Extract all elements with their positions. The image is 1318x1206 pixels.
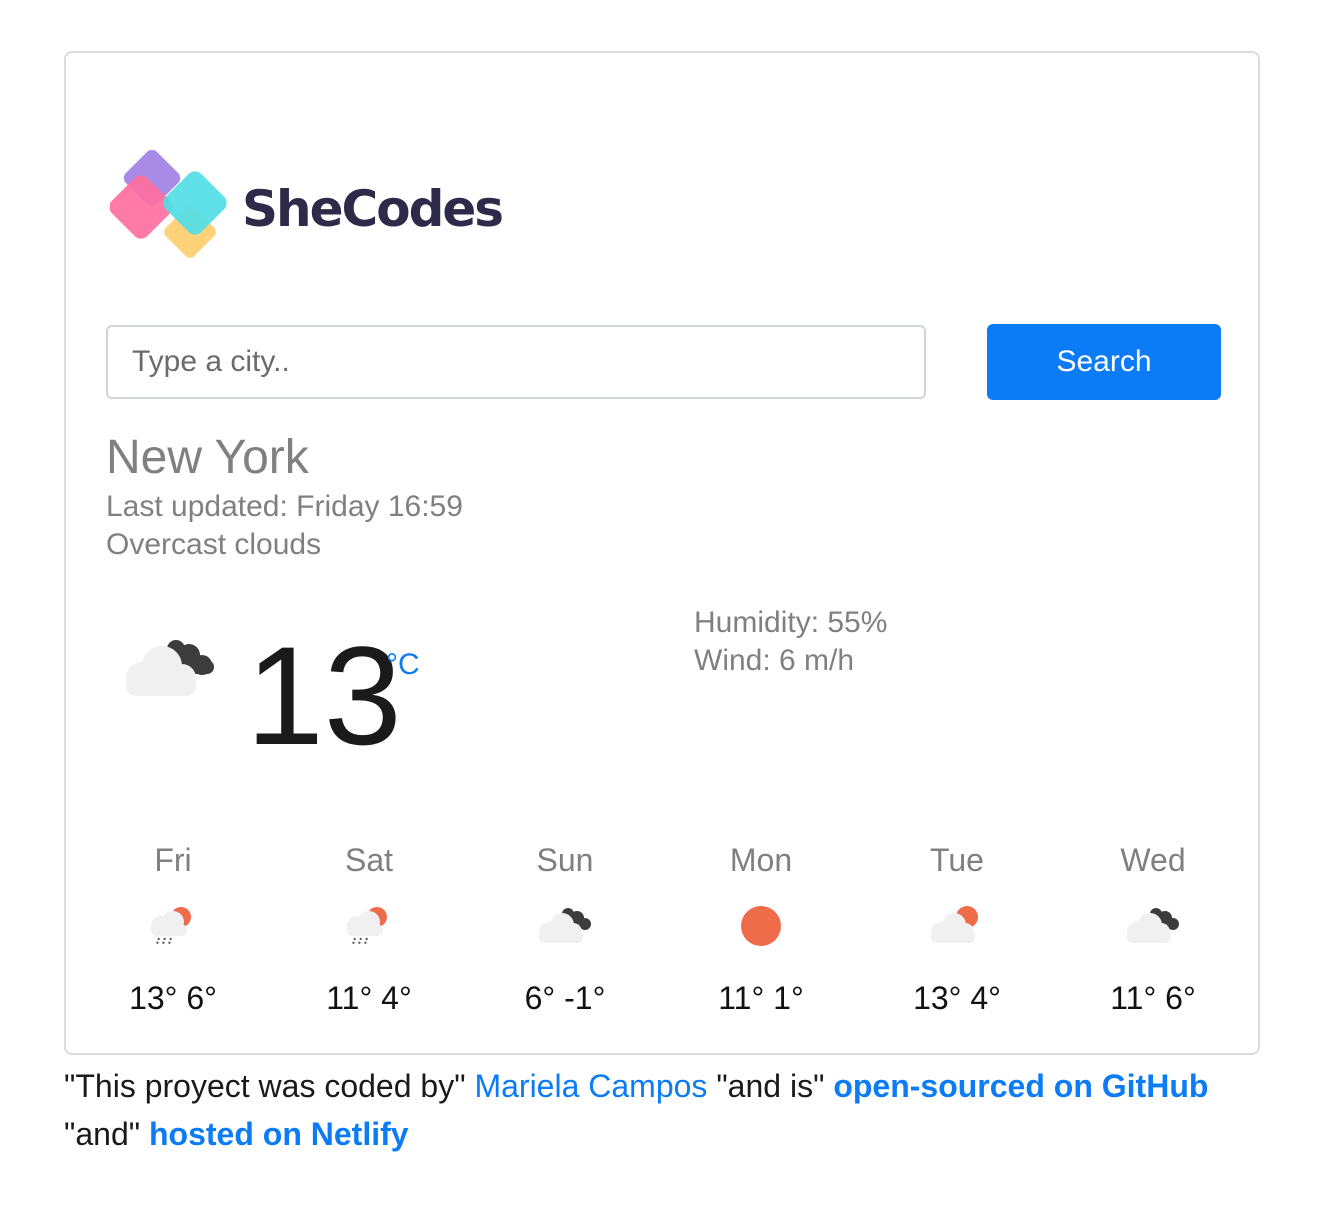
forecast-temps: 11° 1°	[718, 980, 804, 1016]
forecast-day: Tue 13° 4°	[877, 840, 1037, 1017]
forecast-day: Fri 13° 6°	[93, 840, 253, 1017]
search-button[interactable]: Search	[987, 324, 1221, 400]
forecast-temps: 11° 4°	[326, 980, 412, 1016]
forecast-day-name: Sun	[536, 842, 594, 878]
last-updated: Last updated: Friday 16:59	[106, 490, 463, 523]
netlify-link[interactable]: hosted on Netlify	[149, 1116, 409, 1152]
overcast-clouds-icon	[1118, 902, 1188, 962]
forecast-day: Wed 11° 6°	[1073, 840, 1233, 1017]
forecast-day-name: Wed	[1120, 842, 1186, 878]
shecodes-logo-icon	[110, 150, 227, 258]
footer-text: "and"	[64, 1116, 149, 1152]
forecast-day-name: Mon	[729, 842, 793, 878]
forecast-day: Mon 11° 1°	[681, 840, 841, 1017]
sun-icon	[726, 902, 796, 962]
github-link[interactable]: open-sourced on GitHub	[833, 1068, 1208, 1104]
forecast-day: Sat 11° 4°	[289, 840, 449, 1017]
rain-sun-icon	[138, 902, 208, 962]
forecast-temps: 13° 6°	[129, 980, 217, 1016]
weather-description: Overcast clouds	[106, 528, 322, 561]
current-temperature: 13	[246, 617, 402, 774]
forecast-day-name: Tue	[930, 842, 984, 878]
shecodes-logo: SheCodes	[110, 150, 510, 270]
forecast-temps: 6° -1°	[524, 980, 606, 1016]
logo-text: SheCodes	[242, 180, 504, 238]
author-link[interactable]: Mariela Campos	[474, 1068, 707, 1104]
overcast-clouds-icon	[530, 902, 600, 962]
overcast-clouds-icon	[120, 632, 220, 702]
wind-speed: Wind: 6 m/h	[694, 644, 855, 677]
humidity: Humidity: 55%	[694, 606, 888, 639]
forecast-temps: 11° 6°	[1110, 980, 1196, 1016]
forecast-temps: 13° 4°	[913, 980, 1001, 1016]
forecast-day: Sun 6° -1°	[485, 840, 645, 1017]
celsius-unit-link[interactable]: °C	[386, 648, 420, 682]
footer: "This proyect was coded by" Mariela Camp…	[64, 1062, 1254, 1158]
city-search-input[interactable]	[106, 325, 926, 399]
footer-text: "This proyect was coded by"	[64, 1068, 475, 1104]
city-name: New York	[106, 431, 309, 484]
footer-text: "and is"	[707, 1068, 834, 1104]
forecast-day-name: Sat	[344, 842, 394, 878]
forecast-day-name: Fri	[154, 842, 192, 878]
cloud-sun-icon	[922, 902, 992, 962]
rain-sun-icon	[334, 902, 404, 962]
